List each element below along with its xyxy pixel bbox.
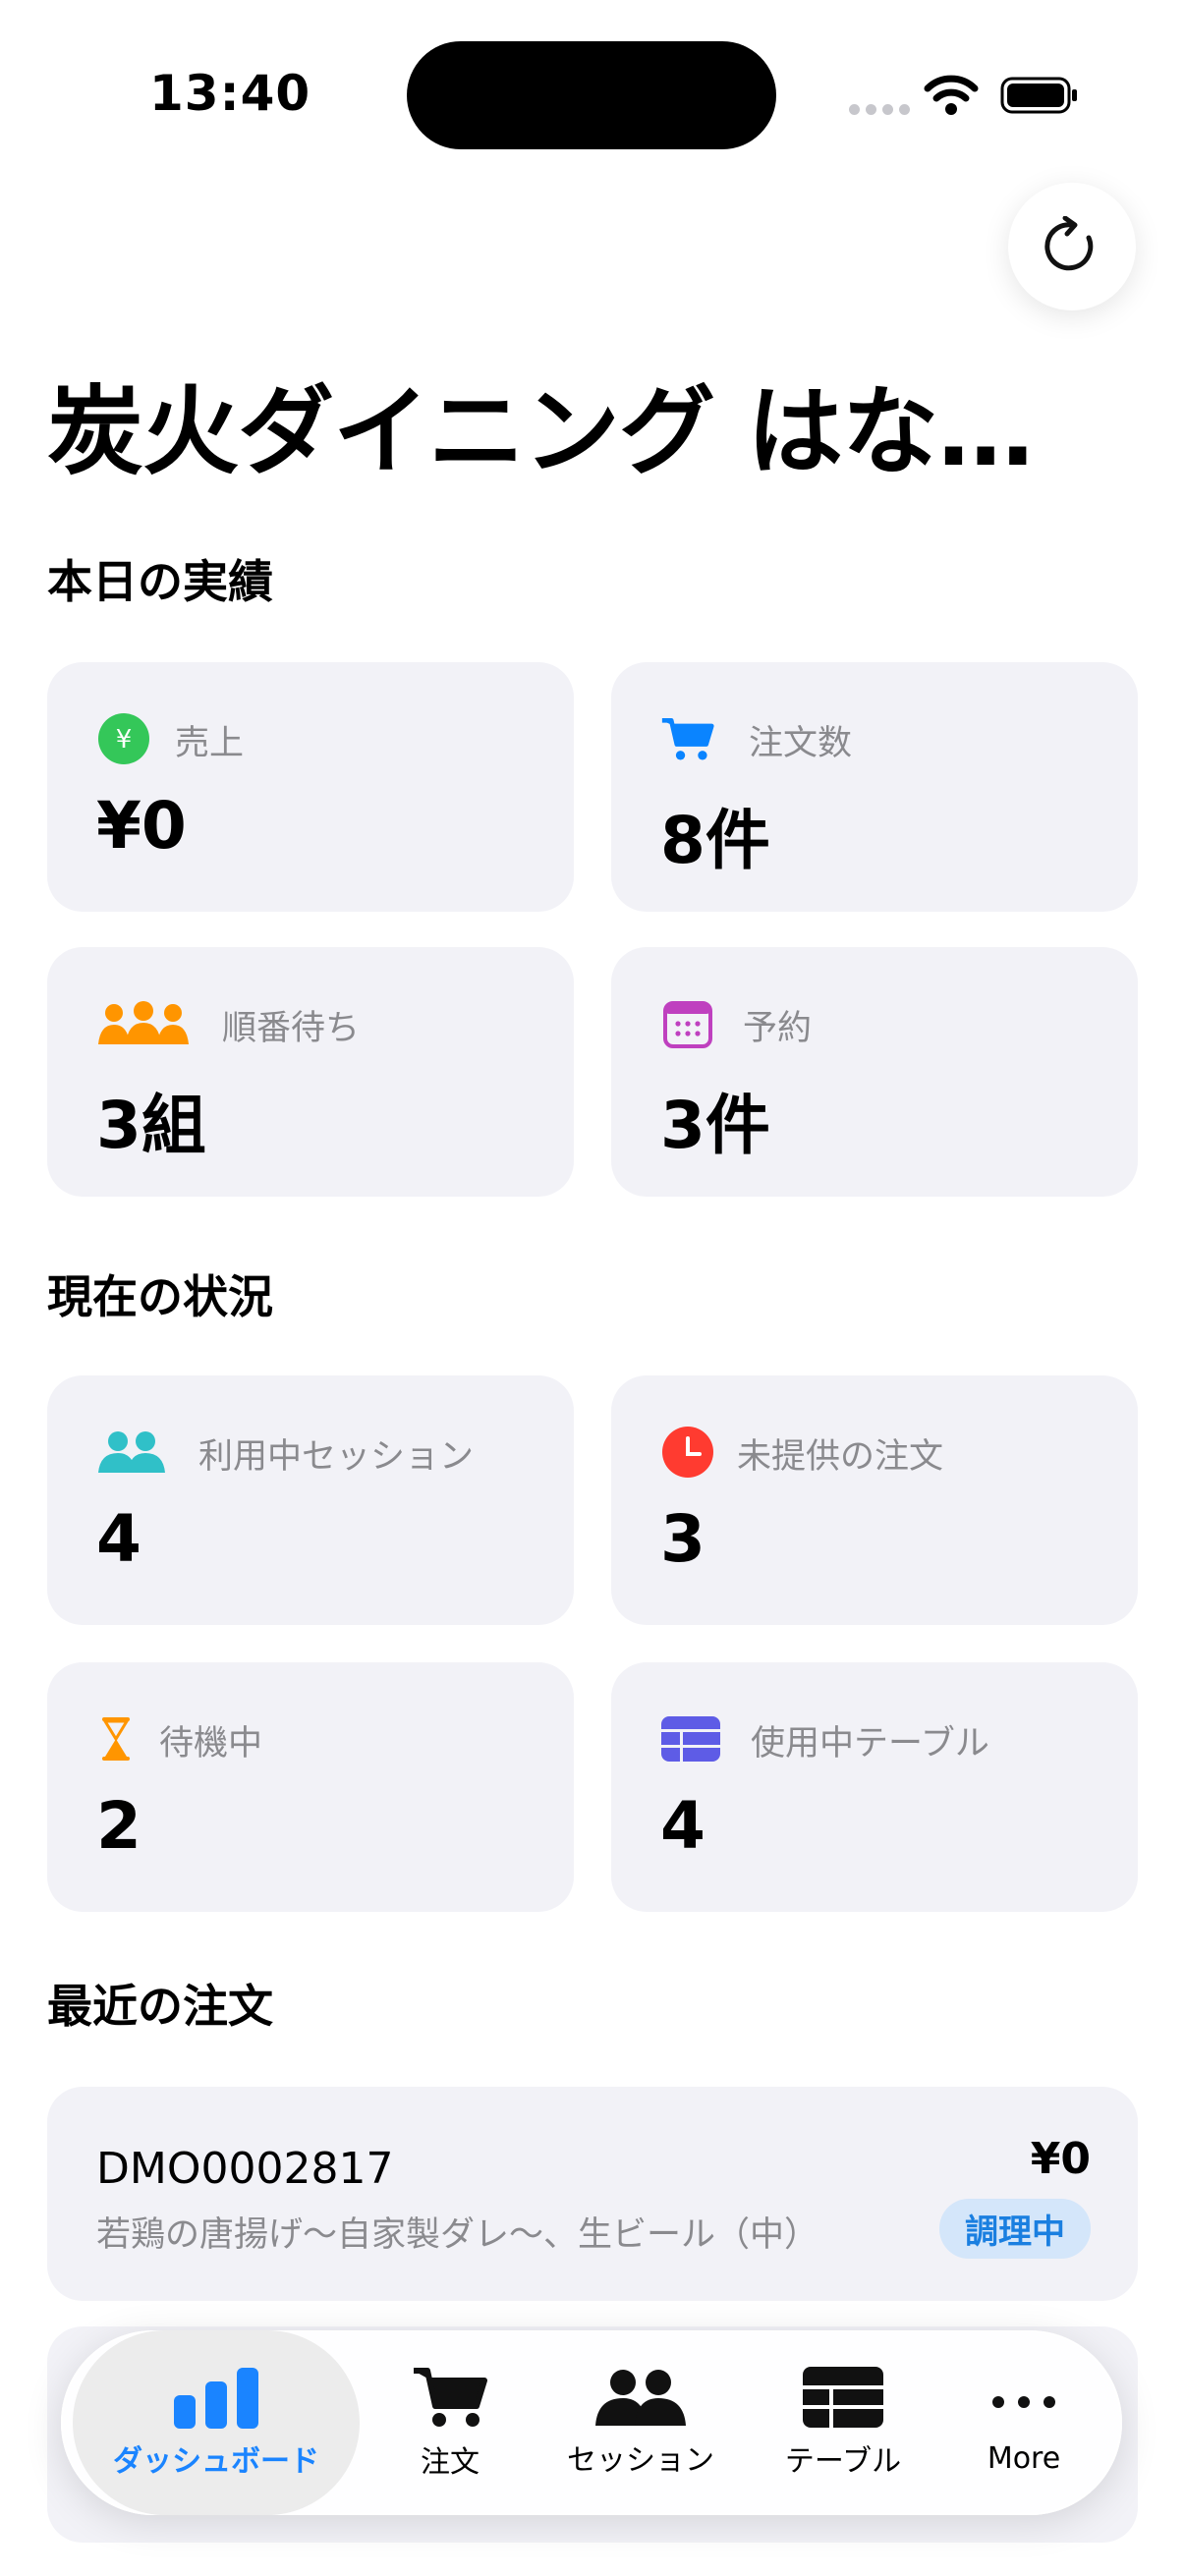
stat-label: 利用中セッション [198,1437,475,1477]
page-title: 炭火ダイニング はな… [47,376,1034,488]
cellular-signal-icon [849,104,910,115]
tab-label: 注文 [421,2445,480,2480]
chart-bar-icon [174,2368,258,2429]
stat-value: 8件 [660,803,770,878]
stat-label: 予約 [743,1009,813,1048]
order-amount: ¥0 [1030,2134,1091,2184]
svg-text:¥: ¥ [116,725,133,755]
stat-label: 使用中テーブル [751,1724,989,1764]
dynamic-island [407,41,776,149]
cart-icon [414,2368,487,2427]
stat-value: 3組 [96,1088,206,1163]
tab-orders[interactable]: 注文 [381,2330,519,2515]
tab-dashboard[interactable]: ダッシュボード [73,2330,360,2515]
people-icon [96,1425,167,1480]
stat-value: 2 [96,1788,141,1864]
table-grid-icon [660,1711,721,1766]
calendar-icon [660,996,715,1051]
section-title-current: 現在の状況 [47,1270,273,1323]
order-id: DMO0002817 [96,2144,394,2194]
tab-label: テーブル [784,2444,902,2479]
tab-tables[interactable]: テーブル [755,2330,931,2515]
stat-card-active-sessions: 利用中セッション 4 [47,1375,574,1625]
tab-more[interactable]: More [945,2330,1102,2515]
stat-card-waiting: 待機中 2 [47,1662,574,1912]
stat-value: 3 [660,1501,705,1577]
stat-value: ¥0 [96,788,187,864]
battery-icon [1000,77,1077,114]
cart-icon [660,711,715,766]
section-title-recent-orders: 最近の注文 [47,1980,273,2033]
stat-value: 3件 [660,1088,770,1163]
yen-circle-icon: ¥ [96,711,151,766]
stat-card-waitlist: 順番待ち 3組 [47,947,574,1197]
refresh-button[interactable] [1008,183,1136,310]
order-status-badge: 調理中 [939,2199,1091,2259]
stat-card-orders: 注文数 8件 [611,662,1138,912]
people-group-icon [96,996,191,1051]
tab-label: ダッシュボード [113,2444,319,2479]
tab-sessions[interactable]: セッション [542,2330,739,2515]
section-title-today: 本日の実績 [47,555,273,608]
stat-label: 順番待ち [222,1009,361,1048]
wifi-icon [924,75,979,115]
stat-card-tables-in-use: 使用中テーブル 4 [611,1662,1138,1912]
table-grid-icon [803,2367,883,2428]
stat-value: 4 [660,1788,705,1864]
stat-card-sales: ¥ 売上 ¥0 [47,662,574,912]
tab-label: セッション [567,2443,714,2478]
stat-label: 未提供の注文 [737,1437,944,1477]
clock-icon [660,1425,715,1480]
hourglass-icon [96,1711,136,1766]
stat-card-reservations: 予約 3件 [611,947,1138,1197]
tab-bar: ダッシュボード 注文 セッション テーブル More [61,2330,1122,2515]
ellipsis-icon [992,2395,1055,2408]
status-time: 13:40 [149,65,311,122]
stat-label: 売上 [175,724,245,763]
refresh-icon [1044,216,1094,271]
tab-label: More [987,2440,1061,2476]
stat-label: 待機中 [159,1724,263,1764]
order-card[interactable]: DMO0002817 若鶏の唐揚げ〜自家製ダレ〜、生ビール（中） ¥0 調理中 [47,2087,1138,2301]
stat-value: 4 [96,1501,141,1577]
stat-label: 注文数 [749,724,853,763]
order-items: 若鶏の唐揚げ〜自家製ダレ〜、生ビール（中） [96,2215,819,2255]
stat-card-unserved-orders: 未提供の注文 3 [611,1375,1138,1625]
people-icon [595,2370,686,2426]
